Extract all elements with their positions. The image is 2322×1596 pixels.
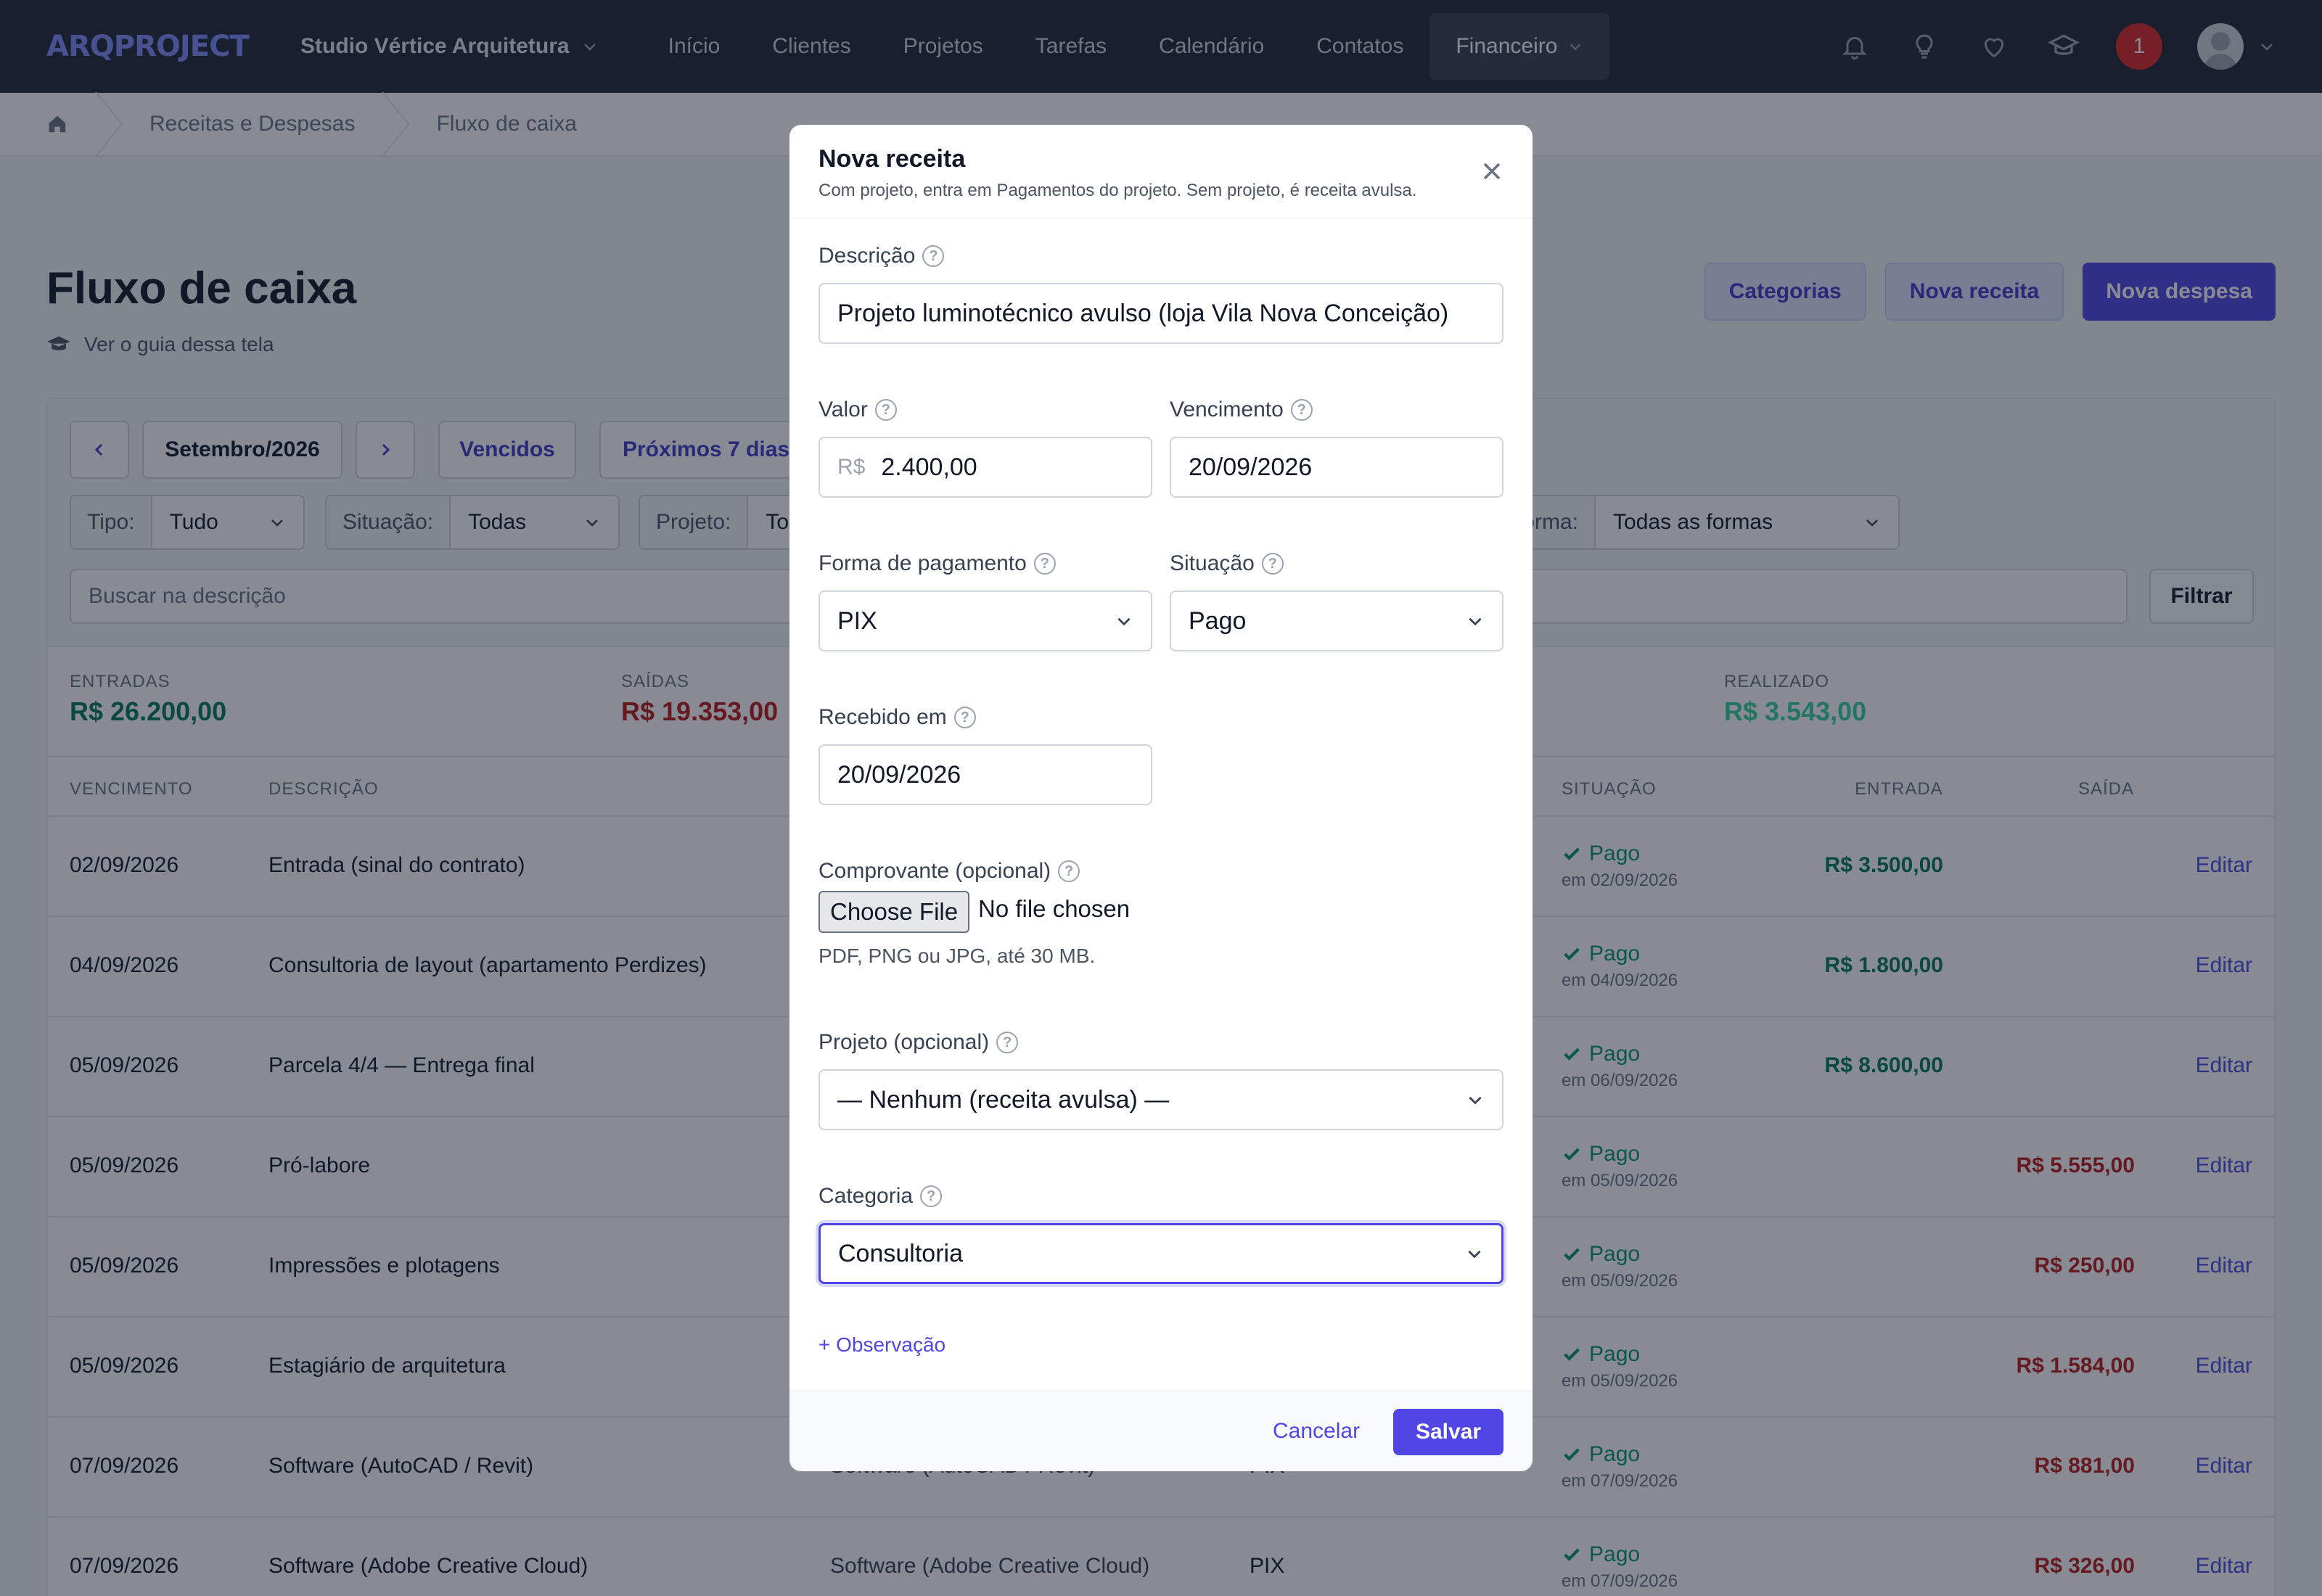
- situacao-modal-label: Situação ?: [1170, 551, 1284, 576]
- help-icon[interactable]: ?: [1058, 860, 1080, 882]
- file-hint: PDF, PNG ou JPG, até 30 MB.: [819, 945, 1096, 967]
- cancel-button[interactable]: Cancelar: [1273, 1419, 1360, 1444]
- add-observacao-link[interactable]: + Observação: [819, 1333, 945, 1357]
- comprovante-label: Comprovante (opcional) ?: [819, 859, 1080, 884]
- projeto-label: Projeto (opcional) ?: [819, 1030, 1019, 1055]
- categoria-select[interactable]: Consultoria: [819, 1223, 1503, 1284]
- chevron-down-icon: [1469, 617, 1482, 626]
- situacao-value: Pago: [1189, 606, 1247, 635]
- descricao-label: Descrição ?: [819, 244, 945, 268]
- choose-file-button[interactable]: Choose File: [819, 891, 970, 933]
- recebido-label: Recebido em ?: [819, 705, 976, 730]
- valor-value: 2.400,00: [881, 453, 977, 481]
- categoria-label: Categoria ?: [819, 1184, 943, 1209]
- projeto-label-text: Projeto (opcional): [819, 1030, 990, 1054]
- help-icon[interactable]: ?: [922, 245, 945, 267]
- descricao-label-text: Descrição: [819, 244, 916, 268]
- help-icon[interactable]: ?: [996, 1032, 1019, 1053]
- valor-input[interactable]: R$ 2.400,00: [819, 437, 1152, 498]
- situacao-modal-label-text: Situação: [1170, 551, 1255, 575]
- help-icon[interactable]: ?: [874, 399, 897, 421]
- vencimento-label-text: Vencimento: [1170, 398, 1284, 421]
- recebido-input[interactable]: 20/09/2026: [819, 744, 1152, 805]
- projeto-select[interactable]: — Nenhum (receita avulsa) —: [819, 1069, 1503, 1130]
- vencimento-input[interactable]: 20/09/2026: [1170, 437, 1503, 498]
- vencimento-label: Vencimento ?: [1170, 398, 1313, 422]
- currency-prefix: R$: [837, 455, 866, 479]
- categoria-label-text: Categoria: [819, 1184, 914, 1208]
- nova-receita-modal: Nova receita Com projeto, entra em Pagam…: [789, 125, 1533, 1471]
- valor-label-text: Valor: [819, 398, 868, 421]
- chevron-down-icon: [1469, 1096, 1482, 1105]
- close-icon[interactable]: [1477, 157, 1506, 186]
- comprovante-label-text: Comprovante (opcional): [819, 859, 1051, 883]
- modal-body: Descrição ? Projeto luminotécnico avulso…: [789, 219, 1533, 1390]
- help-icon[interactable]: ?: [1261, 553, 1284, 575]
- modal-header: Nova receita Com projeto, entra em Pagam…: [789, 125, 1533, 219]
- chevron-down-icon: [1117, 617, 1131, 626]
- help-icon[interactable]: ?: [920, 1185, 943, 1207]
- modal-subtitle: Com projeto, entra em Pagamentos do proj…: [819, 181, 1417, 200]
- forma-pagamento-select[interactable]: PIX: [819, 591, 1152, 651]
- descricao-input[interactable]: Projeto luminotécnico avulso (loja Vila …: [819, 283, 1503, 344]
- chevron-down-icon: [1468, 1250, 1481, 1259]
- categoria-value: Consultoria: [838, 1239, 963, 1267]
- modal-title: Nova receita: [819, 145, 966, 173]
- save-button[interactable]: Salvar: [1393, 1409, 1503, 1455]
- recebido-label-text: Recebido em: [819, 705, 947, 729]
- no-file-text: No file chosen: [978, 895, 1131, 922]
- forma-pagamento-label-text: Forma de pagamento: [819, 551, 1027, 575]
- valor-label: Valor ?: [819, 398, 897, 422]
- help-icon[interactable]: ?: [1290, 399, 1313, 421]
- modal-footer: Cancelar Salvar: [789, 1390, 1533, 1471]
- situacao-select[interactable]: Pago: [1170, 591, 1503, 651]
- projeto-value: — Nenhum (receita avulsa) —: [837, 1085, 1170, 1114]
- forma-pagamento-label: Forma de pagamento ?: [819, 551, 1056, 576]
- forma-pagamento-value: PIX: [837, 606, 877, 635]
- help-icon[interactable]: ?: [1033, 553, 1056, 575]
- help-icon[interactable]: ?: [953, 707, 976, 728]
